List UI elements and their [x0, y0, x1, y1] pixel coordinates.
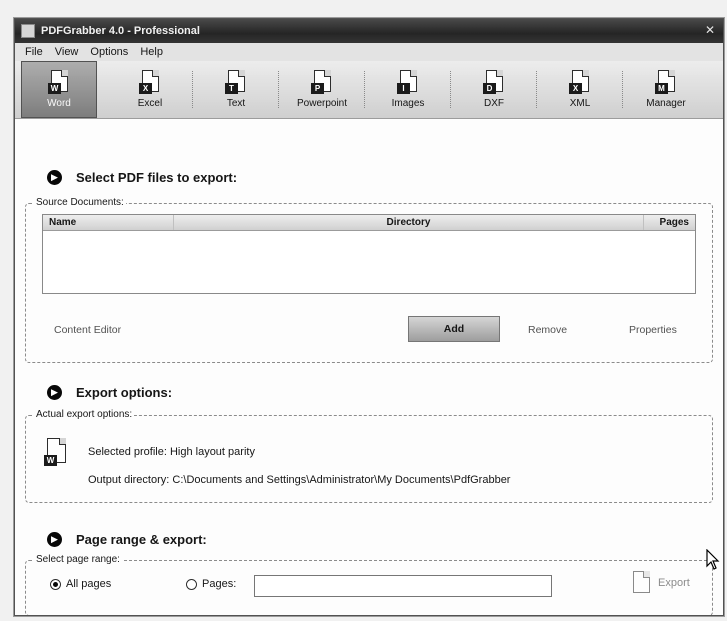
export-options-group: Actual export options: W Selected profil… — [25, 409, 713, 503]
menu-file[interactable]: File — [25, 46, 43, 58]
word-profile-icon: W — [44, 438, 68, 466]
tool-label: Manager — [646, 98, 686, 109]
menu-bar: File View Options Help — [15, 43, 723, 61]
column-name[interactable]: Name — [43, 215, 173, 230]
title-bar: PDFGrabber 4.0 - Professional ✕ — [15, 19, 723, 43]
tool-text[interactable]: T Text — [193, 61, 279, 118]
arrow-right-icon: ▶ — [47, 385, 62, 400]
radio-label: All pages — [66, 578, 112, 590]
profile-label: Selected profile: — [88, 446, 167, 458]
menu-view[interactable]: View — [55, 46, 79, 58]
source-documents-table[interactable]: Name Directory Pages — [42, 214, 696, 294]
app-window: PDFGrabber 4.0 - Professional ✕ File Vie… — [14, 18, 724, 616]
tool-label: Excel — [137, 98, 163, 109]
tool-manager[interactable]: M Manager — [623, 61, 709, 118]
mouse-cursor-icon — [706, 549, 720, 570]
all-pages-radio[interactable]: All pages — [50, 578, 111, 590]
menu-options[interactable]: Options — [90, 46, 128, 58]
dxf-doc-icon: D — [483, 70, 505, 94]
tool-images[interactable]: I Images — [365, 61, 451, 118]
arrow-right-icon: ▶ — [47, 532, 62, 547]
pages-radio[interactable]: Pages: — [186, 578, 236, 590]
source-documents-group: Source Documents: Name Directory Pages C… — [25, 197, 713, 363]
source-buttons: Content Editor Add Remove Properties — [42, 316, 696, 344]
remove-button[interactable]: Remove — [528, 324, 567, 336]
excel-doc-icon: X — [139, 70, 161, 94]
output-value[interactable]: C:\Documents and Settings\Administrator\… — [172, 474, 510, 486]
tool-word[interactable]: W Word — [21, 61, 97, 118]
column-pages[interactable]: Pages — [643, 215, 695, 230]
xml-doc-icon: X — [569, 70, 591, 94]
export-label: Export — [658, 577, 690, 589]
export-button[interactable]: Export — [630, 571, 690, 595]
pages-input[interactable] — [254, 575, 552, 597]
output-label: Output directory: — [88, 474, 170, 486]
table-header: Name Directory Pages — [43, 215, 695, 231]
page-range-group: Select page range: All pages Pages: Expo… — [25, 554, 713, 615]
tool-label: XML — [569, 98, 591, 109]
export-icon — [630, 571, 652, 595]
radio-label: Pages: — [202, 578, 237, 590]
radio-checked-icon — [50, 578, 61, 590]
tool-label: DXF — [484, 98, 504, 109]
profile-line: Selected profile: High layout parity — [88, 446, 255, 458]
column-directory[interactable]: Directory — [173, 215, 643, 230]
tool-excel[interactable]: X Excel — [107, 61, 193, 118]
tool-label: Powerpoint — [296, 98, 348, 109]
powerpoint-doc-icon: P — [311, 70, 333, 94]
menu-help[interactable]: Help — [140, 46, 163, 58]
radio-unchecked-icon — [186, 578, 197, 590]
section-title: Select PDF files to export: — [76, 170, 238, 185]
images-doc-icon: I — [397, 70, 419, 94]
content-editor-button[interactable]: Content Editor — [54, 324, 121, 336]
section-select-files: ▶ Select PDF files to export: — [47, 170, 237, 185]
output-directory-line: Output directory: C:\Documents and Setti… — [88, 474, 510, 486]
profile-value[interactable]: High layout parity — [170, 446, 255, 458]
group-label: Select page range: — [34, 554, 122, 565]
tool-label: Text — [226, 98, 246, 109]
section-title: Export options: — [76, 385, 173, 400]
tool-label: Images — [391, 98, 425, 109]
section-export-options: ▶ Export options: — [47, 385, 172, 400]
tool-dxf[interactable]: D DXF — [451, 61, 537, 118]
tool-label: Word — [47, 98, 71, 109]
properties-button[interactable]: Properties — [629, 324, 677, 336]
app-icon — [21, 24, 35, 38]
main-content: ▶ Select PDF files to export: Source Doc… — [15, 120, 723, 615]
group-label: Actual export options: — [34, 409, 135, 420]
format-toolbar: W Word X Excel T Text P Powerpoint I Ima… — [15, 61, 723, 119]
section-title: Page range & export: — [76, 532, 207, 547]
group-label: Source Documents: — [34, 197, 126, 208]
add-button[interactable]: Add — [408, 316, 500, 342]
manager-doc-icon: M — [655, 70, 677, 94]
arrow-right-icon: ▶ — [47, 170, 62, 185]
word-doc-icon: W — [48, 70, 70, 94]
window-title: PDFGrabber 4.0 - Professional — [41, 25, 200, 37]
tool-powerpoint[interactable]: P Powerpoint — [279, 61, 365, 118]
close-icon[interactable]: ✕ — [701, 22, 719, 39]
text-doc-icon: T — [225, 70, 247, 94]
section-page-range: ▶ Page range & export: — [47, 532, 207, 547]
tool-xml[interactable]: X XML — [537, 61, 623, 118]
